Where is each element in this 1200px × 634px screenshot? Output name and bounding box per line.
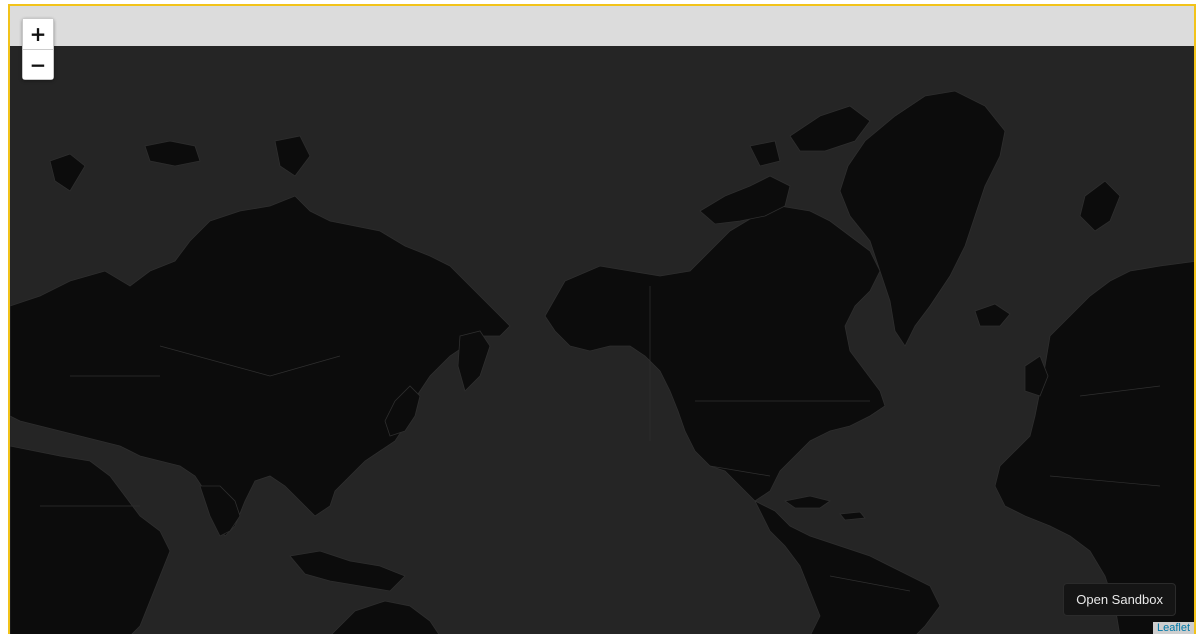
greenland-landmass — [839, 90, 1006, 347]
zoom-in-button[interactable]: + — [23, 19, 53, 49]
map-container[interactable]: + − Open Sandbox Leaflet — [8, 4, 1196, 634]
map-canvas[interactable] — [10, 46, 1194, 634]
leaflet-attribution-link[interactable]: Leaflet — [1157, 622, 1190, 634]
arctic-islands — [49, 135, 311, 192]
south-america-landmass — [754, 500, 941, 634]
australia-landmass — [331, 600, 440, 634]
indonesia-landmass — [289, 550, 406, 592]
zoom-out-button[interactable]: − — [23, 49, 53, 79]
map-attribution: Leaflet — [1152, 622, 1194, 634]
caribbean-islands — [784, 495, 866, 521]
canadian-arctic-islands — [699, 105, 871, 225]
map-top-band — [10, 6, 1194, 46]
north-america-landmass — [544, 205, 886, 502]
africa-west-landmass — [10, 445, 171, 634]
zoom-control: + − — [22, 18, 54, 80]
eurasia-east-landmass — [994, 261, 1194, 634]
world-map — [10, 90, 1194, 634]
iceland-landmass — [974, 303, 1011, 327]
kamchatka-landmass — [457, 330, 491, 392]
scandinavia-landmass — [1079, 180, 1121, 232]
open-sandbox-button[interactable]: Open Sandbox — [1063, 583, 1176, 616]
